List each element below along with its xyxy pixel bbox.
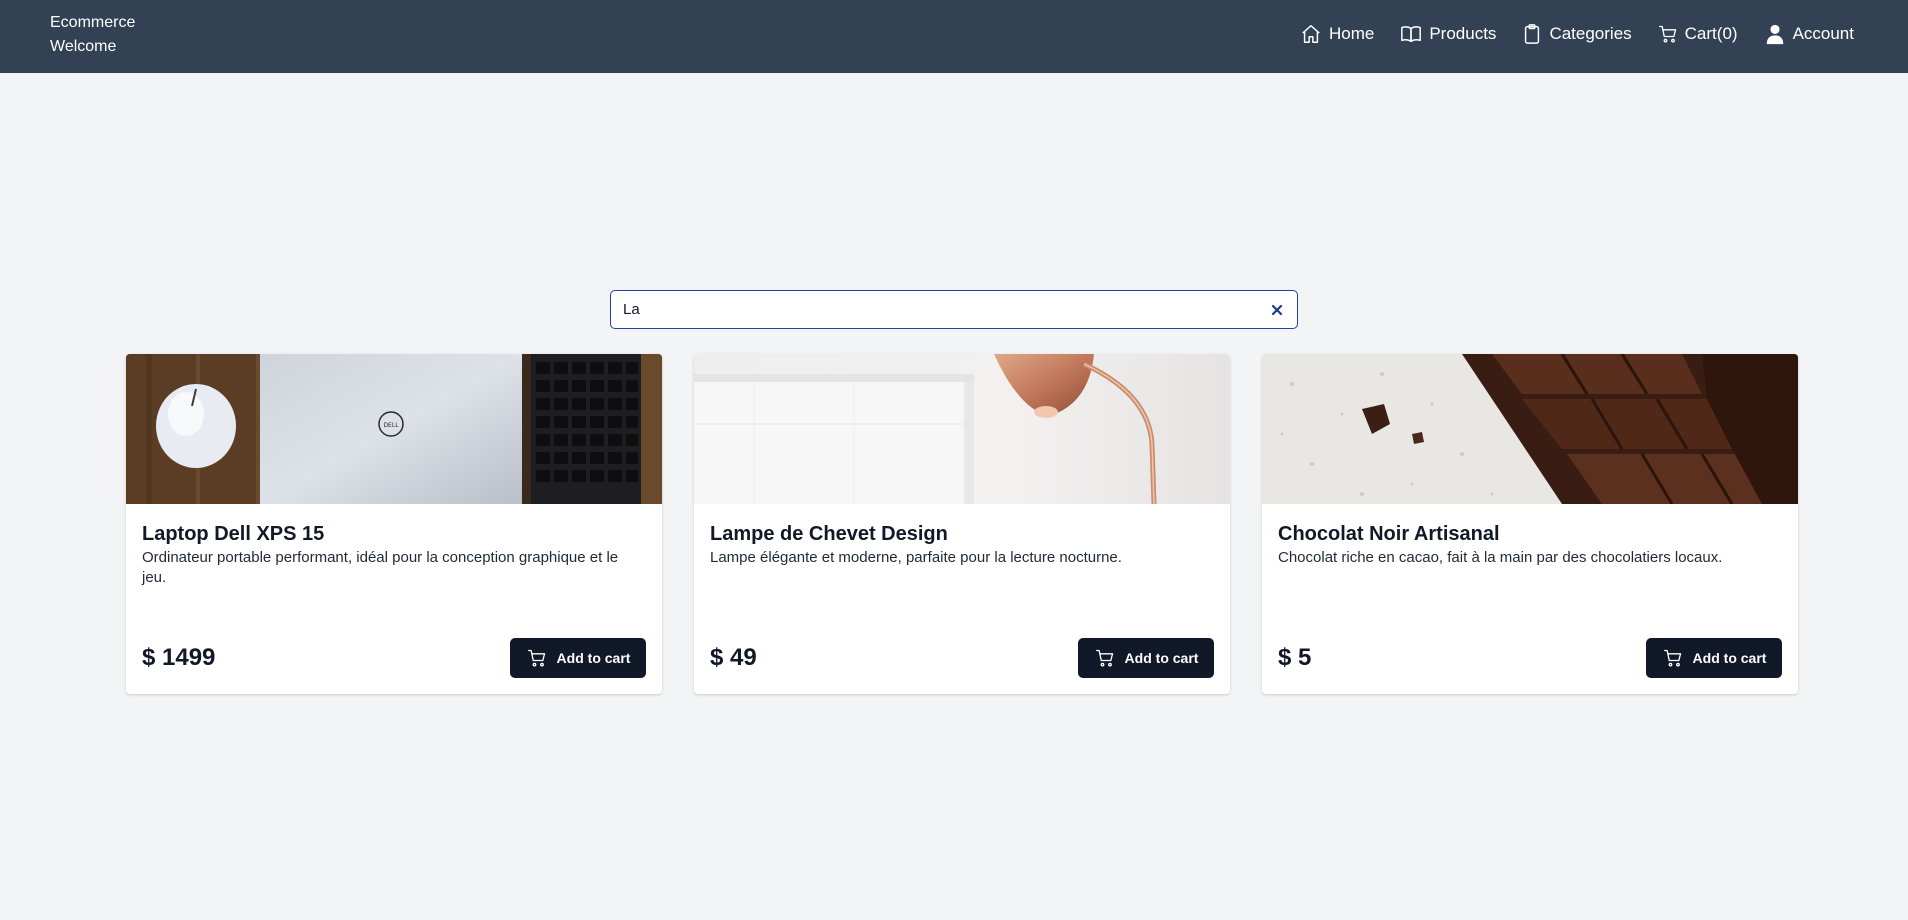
close-icon bbox=[1271, 304, 1283, 316]
cart-count: (0) bbox=[1716, 23, 1738, 43]
book-icon bbox=[1401, 25, 1422, 42]
product-image-chocolate[interactable] bbox=[1262, 354, 1798, 504]
search-box bbox=[610, 290, 1298, 329]
product-title[interactable]: Lampe de Chevet Design bbox=[710, 522, 948, 546]
cart-icon bbox=[1095, 649, 1113, 667]
brand-title: Ecommerce bbox=[50, 14, 136, 31]
nav-products-label: Products bbox=[1429, 23, 1497, 43]
product-price: $ 5 bbox=[1278, 644, 1312, 671]
top-navbar: Ecommerce Welcome Home Products Categori… bbox=[0, 0, 1908, 73]
add-to-cart-label: Add to cart bbox=[556, 650, 631, 666]
clipboard-icon bbox=[1525, 23, 1540, 44]
add-to-cart-button[interactable]: Add to cart bbox=[510, 638, 646, 678]
nav-account[interactable]: Account bbox=[1764, 23, 1854, 45]
product-description: Lampe élégante et moderne, parfaite pour… bbox=[710, 549, 1122, 566]
nav-cart[interactable]: Cart (0) bbox=[1658, 24, 1738, 44]
user-icon bbox=[1766, 24, 1783, 44]
home-icon bbox=[1302, 24, 1320, 43]
clear-search-button[interactable] bbox=[1267, 300, 1287, 320]
nav-home-label: Home bbox=[1328, 23, 1375, 43]
product-card: DELL Laptop Dell XPS 15 Ordinateur porta… bbox=[126, 354, 662, 694]
product-price: $ 49 bbox=[710, 644, 757, 671]
product-price: $ 1499 bbox=[142, 644, 216, 671]
product-card: Lampe de Chevet Design Lampe élégante et… bbox=[694, 354, 1230, 694]
cart-icon bbox=[1658, 25, 1676, 43]
nav-links: Home Products Categories Cart (0) Account bbox=[1274, 0, 1854, 67]
add-to-cart-button[interactable]: Add to cart bbox=[1646, 638, 1782, 678]
product-image-laptop[interactable]: DELL bbox=[126, 354, 662, 504]
product-description: Chocolat riche en cacao, fait à la main … bbox=[1278, 549, 1723, 566]
product-card: Chocolat Noir Artisanal Chocolat riche e… bbox=[1262, 354, 1798, 694]
svg-text:DELL: DELL bbox=[383, 422, 399, 429]
search-input[interactable] bbox=[623, 291, 1253, 328]
cart-icon bbox=[527, 649, 545, 667]
product-title[interactable]: Laptop Dell XPS 15 bbox=[142, 522, 324, 546]
nav-products[interactable]: Products bbox=[1400, 23, 1496, 45]
nav-home[interactable]: Home bbox=[1300, 23, 1374, 45]
nav-categories[interactable]: Categories bbox=[1522, 23, 1632, 45]
product-image-lamp[interactable] bbox=[694, 354, 1230, 504]
brand-subtitle: Welcome bbox=[50, 38, 117, 55]
nav-cart-label: Cart bbox=[1684, 23, 1717, 43]
nav-account-label: Account bbox=[1792, 23, 1854, 43]
brand[interactable]: Ecommerce Welcome bbox=[50, 11, 135, 59]
add-to-cart-label: Add to cart bbox=[1124, 650, 1199, 666]
product-description: Ordinateur portable performant, idéal po… bbox=[142, 549, 619, 586]
add-to-cart-button[interactable]: Add to cart bbox=[1078, 638, 1214, 678]
add-to-cart-label: Add to cart bbox=[1692, 650, 1767, 666]
cart-icon bbox=[1663, 649, 1681, 667]
product-title[interactable]: Chocolat Noir Artisanal bbox=[1278, 522, 1500, 546]
nav-categories-label: Categories bbox=[1549, 23, 1632, 43]
